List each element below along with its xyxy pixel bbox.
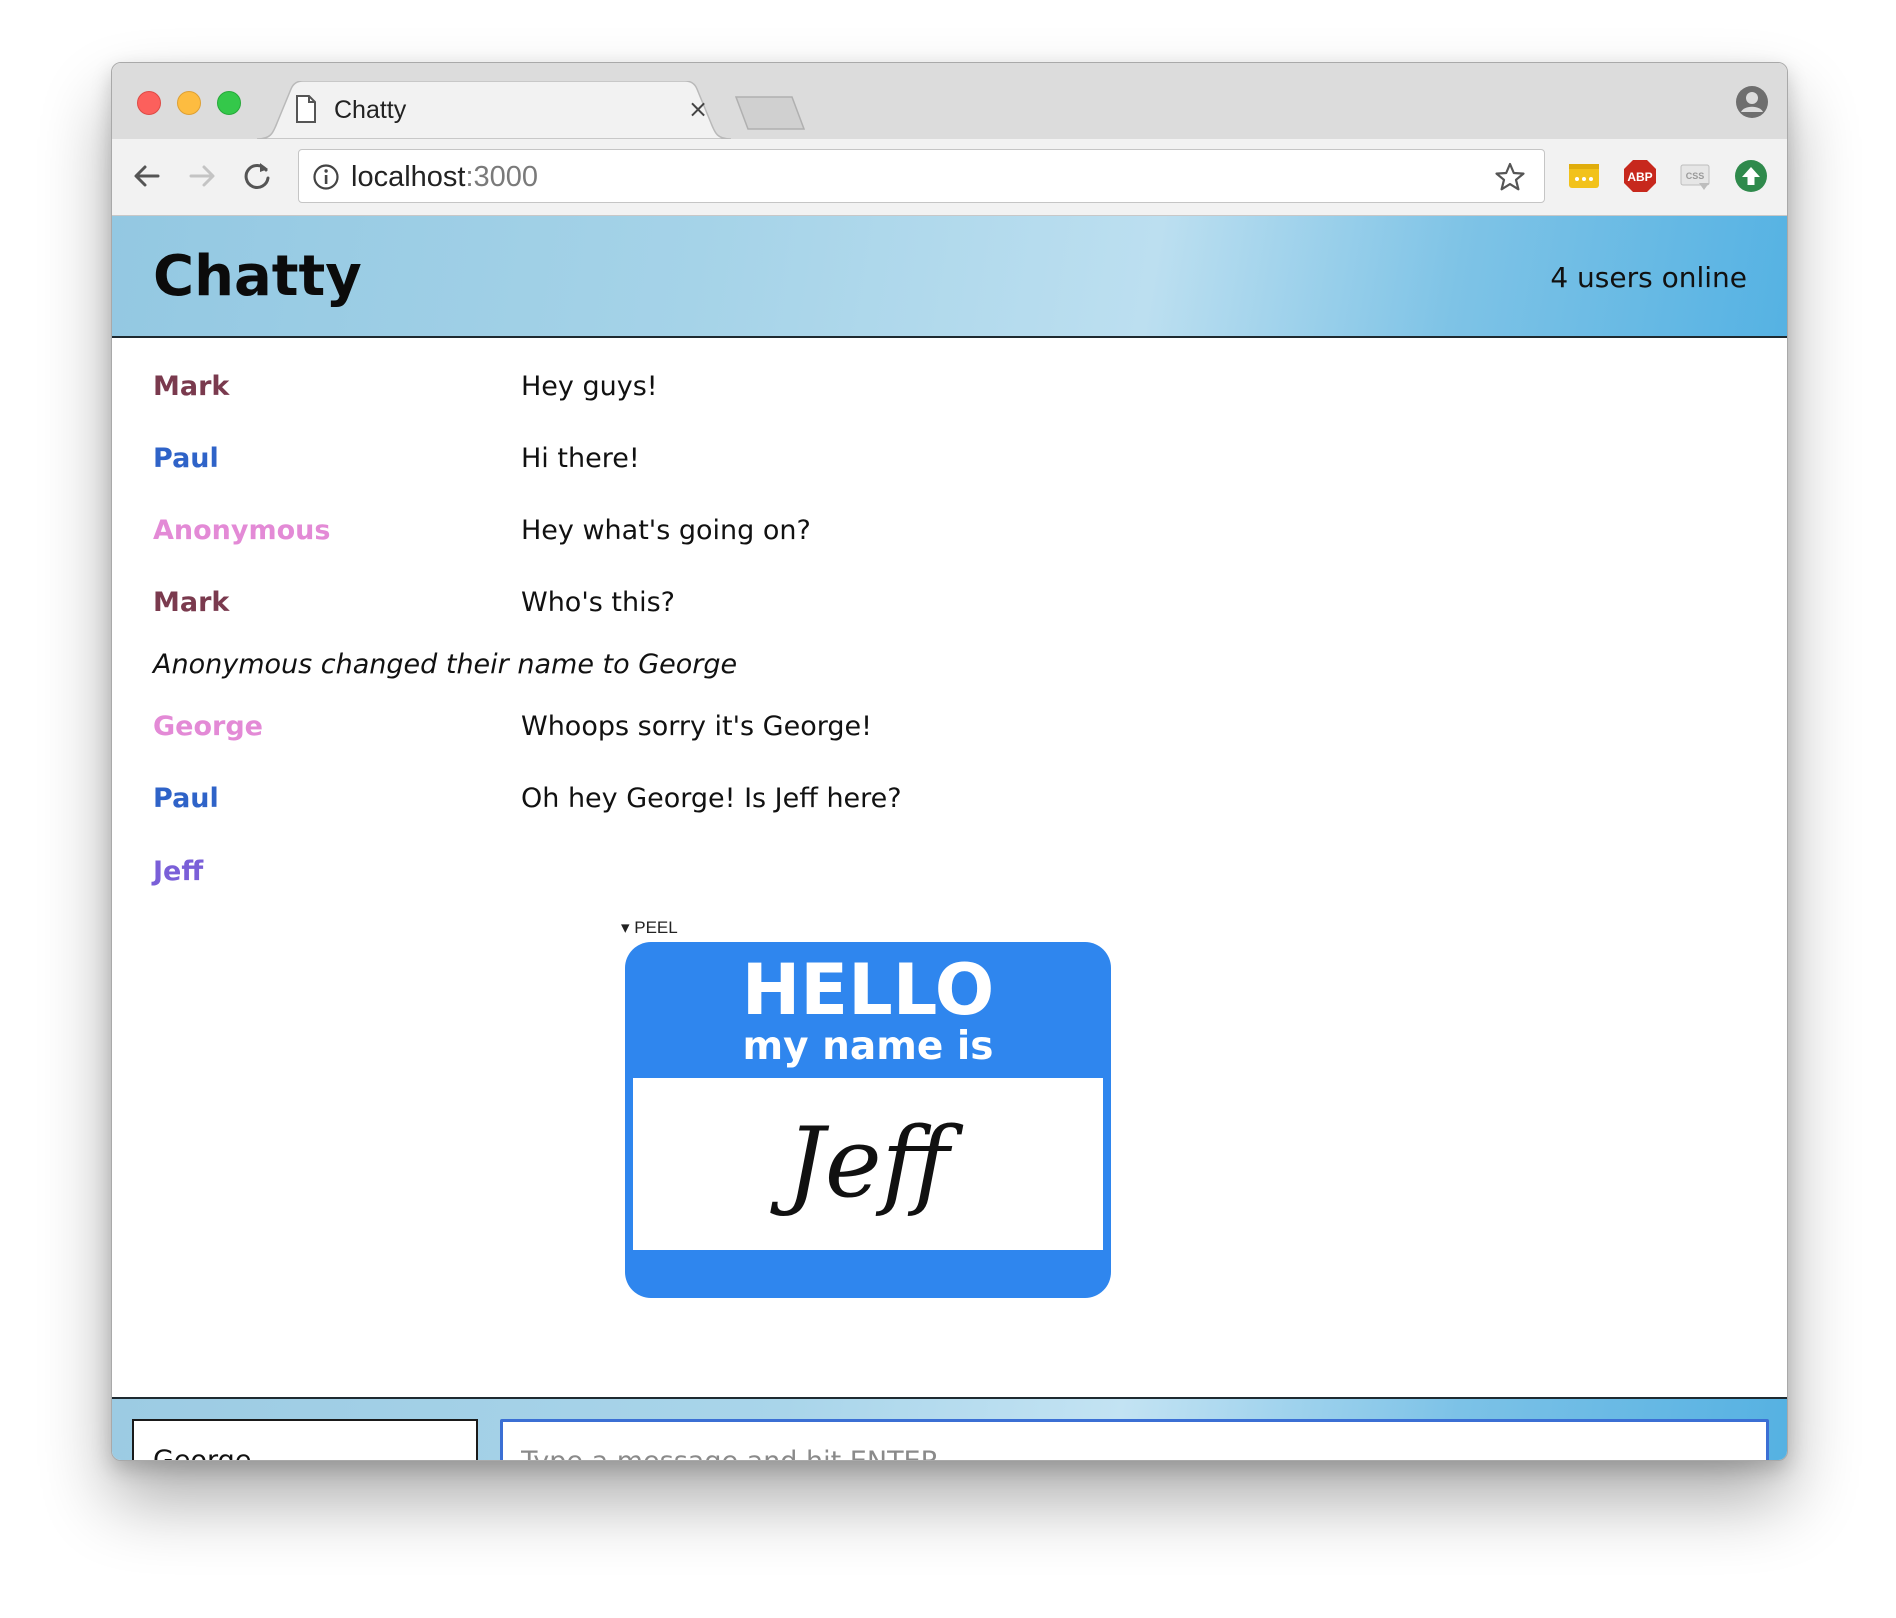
hello-name-tag-image: ▾ PEEL HELLO my name is Jeff bbox=[621, 918, 1121, 1306]
reload-icon[interactable] bbox=[240, 159, 274, 193]
message-input[interactable] bbox=[500, 1419, 1769, 1460]
message-content: Oh hey George! Is Jeff here? bbox=[521, 783, 902, 814]
css-label: CSS bbox=[1686, 171, 1705, 181]
system-notification: Anonymous changed their name to George bbox=[153, 649, 738, 680]
message-row: Paul Oh hey George! Is Jeff here? bbox=[153, 781, 1753, 821]
message-content: Hey what's going on? bbox=[521, 515, 811, 546]
name-tag-subtitle: my name is bbox=[742, 1024, 994, 1069]
document-icon bbox=[296, 95, 316, 123]
users-online-count: 4 users online bbox=[1550, 261, 1747, 294]
bookmark-star-icon[interactable] bbox=[1494, 161, 1526, 193]
message-content: Who's this? bbox=[521, 587, 675, 618]
message-row: Mark Who's this? bbox=[153, 585, 1753, 625]
message-content: Whoops sorry it's George! bbox=[521, 711, 872, 742]
message-username: Mark bbox=[153, 587, 230, 618]
message-content: Hi there! bbox=[521, 443, 640, 474]
composer-bar: George bbox=[112, 1397, 1787, 1460]
name-tag-white-area: Jeff bbox=[633, 1078, 1103, 1250]
close-window-button[interactable] bbox=[137, 91, 161, 115]
browser-toolbar: localhost:3000 ABP CSS bbox=[112, 139, 1787, 216]
tab-strip: Chatty × bbox=[112, 63, 1787, 139]
new-tab-button[interactable] bbox=[734, 95, 806, 131]
abp-label: ABP bbox=[1627, 170, 1652, 184]
app-header: Chatty 4 users online bbox=[112, 216, 1787, 338]
username-input[interactable]: George bbox=[132, 1419, 478, 1460]
maximize-window-button[interactable] bbox=[217, 91, 241, 115]
message-row: Jeff bbox=[153, 854, 1753, 894]
address-bar[interactable]: localhost:3000 bbox=[298, 149, 1545, 203]
app-title: Chatty bbox=[153, 244, 362, 309]
url-port: :3000 bbox=[465, 161, 539, 193]
browser-window: Chatty × localhost:3000 ABP CSS Chatty 4… bbox=[111, 62, 1788, 1461]
info-icon[interactable] bbox=[312, 163, 340, 191]
url-host: localhost bbox=[351, 161, 466, 193]
message-username: Paul bbox=[153, 443, 219, 474]
message-row: Paul Hi there! bbox=[153, 441, 1753, 481]
message-row: Mark Hey guys! bbox=[153, 369, 1753, 409]
message-row: Anonymous Hey what's going on? bbox=[153, 513, 1753, 553]
message-username: Paul bbox=[153, 783, 219, 814]
close-tab-icon[interactable]: × bbox=[685, 96, 711, 122]
message-username: George bbox=[153, 711, 263, 742]
message-username: Jeff bbox=[153, 856, 204, 887]
back-arrow-icon[interactable] bbox=[130, 159, 164, 193]
upload-extension-icon[interactable] bbox=[1734, 159, 1768, 193]
name-tag-hello: HELLO bbox=[741, 949, 995, 1031]
peel-label: ▾ PEEL bbox=[621, 918, 678, 937]
profile-icon[interactable] bbox=[1735, 85, 1769, 119]
forward-arrow-icon[interactable] bbox=[185, 159, 219, 193]
active-tab[interactable] bbox=[257, 81, 731, 139]
name-tag-card: HELLO my name is Jeff bbox=[625, 942, 1111, 1298]
message-username: Anonymous bbox=[153, 515, 331, 546]
name-tag-name: Jeff bbox=[786, 1107, 950, 1219]
minimize-window-button[interactable] bbox=[177, 91, 201, 115]
message-content: Hey guys! bbox=[521, 371, 658, 402]
adblock-plus-icon[interactable]: ABP bbox=[1623, 159, 1657, 193]
password-manager-icon[interactable] bbox=[1567, 159, 1601, 193]
tab-title: Chatty bbox=[334, 96, 407, 124]
css-viewer-icon[interactable]: CSS bbox=[1679, 159, 1713, 193]
message-username: Mark bbox=[153, 371, 230, 402]
url-text: localhost:3000 bbox=[351, 160, 538, 194]
message-row: George Whoops sorry it's George! bbox=[153, 709, 1753, 749]
